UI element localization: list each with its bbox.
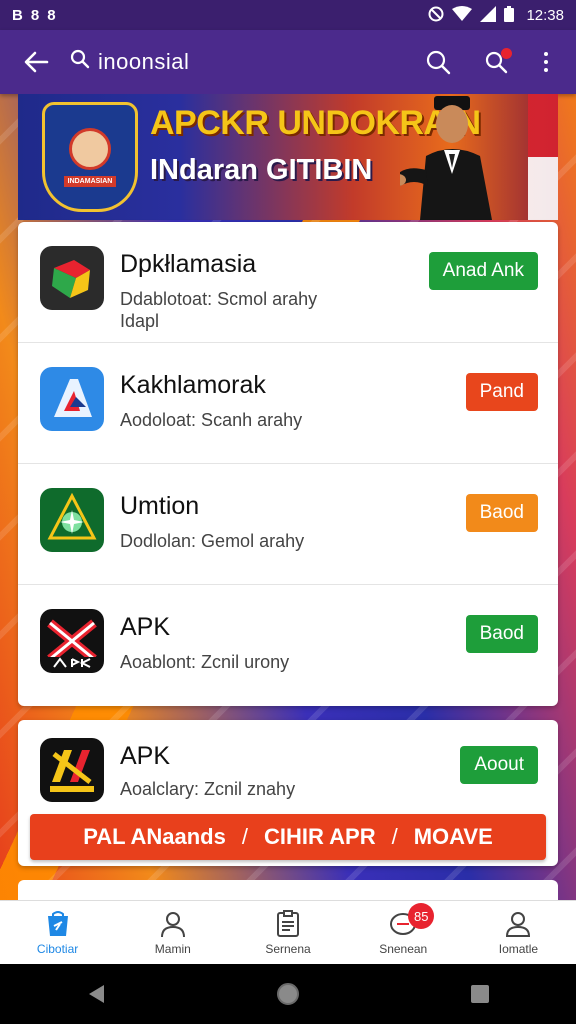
document-icon bbox=[273, 909, 303, 939]
nav-item-main[interactable]: Mamin bbox=[115, 901, 230, 964]
arrow-left-icon bbox=[24, 51, 49, 73]
battery-icon bbox=[504, 5, 515, 25]
app-description: Dodlolan: Gemol arahy bbox=[120, 531, 305, 551]
promo-text-1: PAL ANaands bbox=[83, 824, 226, 849]
promo-separator: / bbox=[391, 824, 398, 849]
notification-search-button[interactable] bbox=[470, 38, 522, 86]
status-time: 12:38 bbox=[526, 6, 564, 24]
status-icon-3: 8 bbox=[47, 6, 56, 24]
nav-label: Cibotiar bbox=[36, 942, 79, 956]
status-left-icons: B 8 8 bbox=[12, 7, 56, 24]
more-options-button[interactable] bbox=[528, 38, 564, 86]
banner-flag bbox=[528, 94, 558, 220]
dot-icon bbox=[544, 52, 548, 56]
dot-icon bbox=[544, 68, 548, 72]
bottom-navigation: Cibotiar Mamin Sernena 85 Snenean Iomatl… bbox=[0, 900, 576, 964]
notification-dot bbox=[501, 48, 512, 59]
app-action-button[interactable]: Baod bbox=[465, 615, 538, 653]
nav-item-profile[interactable]: Iomatle bbox=[461, 901, 576, 964]
notification-badge: 85 bbox=[408, 903, 435, 929]
store-icon bbox=[43, 909, 73, 939]
chat-icon: 85 bbox=[388, 903, 435, 939]
promo-separator: / bbox=[241, 824, 248, 849]
person-icon bbox=[158, 909, 188, 939]
list-item[interactable]: APK Aoablont: Zcnil urony Baod bbox=[18, 585, 558, 706]
app-bar: inoonsial bbox=[0, 30, 576, 94]
list-item[interactable]: Umtion Dodlolan: Gemol arahy Baod bbox=[18, 464, 558, 585]
app-name: APK bbox=[120, 613, 171, 641]
nav-item-store[interactable]: Cibotiar bbox=[0, 901, 115, 964]
promo-bar[interactable]: PAL ANaands / CIHIR APR / MOAVE bbox=[30, 814, 546, 860]
wifi-icon bbox=[452, 5, 473, 25]
dot-icon bbox=[544, 60, 548, 64]
emblem-plate: INDAMASIAN bbox=[63, 175, 117, 187]
search-button[interactable] bbox=[412, 38, 464, 86]
square-recents-icon bbox=[471, 985, 489, 1003]
search-field[interactable]: inoonsial bbox=[70, 49, 370, 75]
app-bar-actions bbox=[412, 38, 564, 86]
promo-banner[interactable]: INDAMASIAN APCKR UNDOKRAIN INdaran GITIB… bbox=[18, 94, 558, 220]
app-action-button[interactable]: Pand bbox=[465, 373, 538, 411]
app-name: Umtion bbox=[120, 492, 200, 520]
app-icon bbox=[40, 738, 104, 802]
app-description: Ddablotoat: Scmol arahy Idapl bbox=[120, 289, 318, 331]
signal-icon bbox=[480, 5, 497, 25]
app-icon bbox=[40, 488, 104, 552]
status-right-icons: 12:38 bbox=[428, 5, 564, 25]
promo-text-3: MOAVE bbox=[413, 824, 493, 849]
banner-emblem: INDAMASIAN bbox=[42, 102, 138, 212]
status-icon-2: 8 bbox=[30, 6, 40, 24]
system-home-button[interactable] bbox=[258, 969, 318, 1019]
emblem-face bbox=[69, 127, 111, 170]
nav-item-documents[interactable]: Sernena bbox=[230, 901, 345, 964]
circle-home-icon bbox=[277, 983, 299, 1005]
nav-label: Snenean bbox=[379, 942, 428, 956]
profile-icon bbox=[503, 909, 533, 939]
search-icon bbox=[426, 50, 451, 75]
banner-subtitle: INdaran GITIBIN bbox=[150, 154, 373, 186]
search-icon bbox=[70, 49, 90, 75]
status-bar: B 8 8 12:38 bbox=[0, 0, 576, 30]
app-action-button[interactable]: Anad Ank bbox=[428, 252, 538, 290]
app-name: Dpkłlamasia bbox=[120, 250, 257, 278]
nav-label: Iomatle bbox=[498, 942, 539, 956]
banner-person-image bbox=[400, 96, 492, 220]
list-item[interactable]: Dpkłlamasia Ddablotoat: Scmol arahy Idap… bbox=[18, 222, 558, 343]
system-recents-button[interactable] bbox=[450, 969, 510, 1019]
nav-label: Sernena bbox=[265, 942, 311, 956]
app-description: Aoablont: Zcnil urony bbox=[120, 652, 290, 672]
app-description: Aoalclary: Zcnil znahy bbox=[120, 779, 296, 799]
app-action-button[interactable]: Baod bbox=[465, 494, 538, 532]
search-query: inoonsial bbox=[98, 49, 190, 74]
app-icon bbox=[40, 367, 104, 431]
system-navigation-bar bbox=[0, 964, 576, 1024]
nav-label: Mamin bbox=[154, 942, 191, 956]
back-button[interactable] bbox=[12, 38, 60, 86]
app-description: Aodoloat: Scanh arahy bbox=[120, 410, 303, 430]
triangle-back-icon bbox=[89, 985, 104, 1003]
list-item[interactable]: APK Aoalclary: Zcnil znahy Aoout bbox=[18, 720, 558, 814]
promo-text-2: CIHIR APR bbox=[263, 824, 376, 849]
app-name: APK bbox=[120, 742, 171, 770]
list-item[interactable]: Kakhlamorak Aodoloat: Scanh arahy Pand bbox=[18, 343, 558, 464]
app-list-card-2: APK Aoalclary: Zcnil znahy Aoout PAL ANa… bbox=[18, 720, 558, 866]
app-icon bbox=[40, 609, 104, 673]
app-name: Kakhlamorak bbox=[120, 371, 266, 399]
nav-item-messages[interactable]: 85 Snenean bbox=[346, 901, 461, 964]
dnd-icon bbox=[428, 6, 444, 25]
system-back-button[interactable] bbox=[66, 969, 126, 1019]
app-list-card: Dpkłlamasia Ddablotoat: Scmol arahy Idap… bbox=[18, 222, 558, 706]
app-icon bbox=[40, 246, 104, 310]
app-action-button[interactable]: Aoout bbox=[460, 746, 538, 784]
status-icon-1: B bbox=[12, 6, 23, 24]
